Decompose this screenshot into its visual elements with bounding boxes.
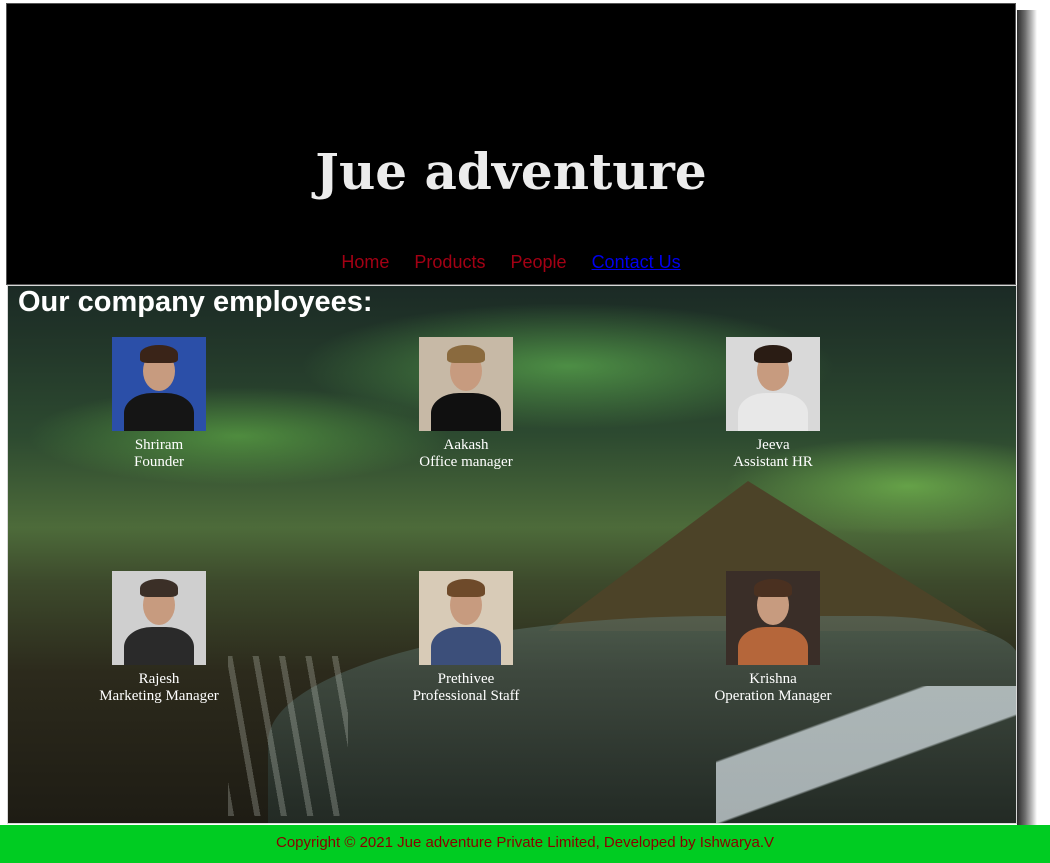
employee-photo: [726, 337, 820, 431]
employee-photo: [419, 337, 513, 431]
site-footer: Copyright © 2021 Jue adventure Private L…: [0, 825, 1050, 863]
employee-photo: [419, 571, 513, 665]
nav-people-link[interactable]: People: [510, 252, 566, 273]
employee-photo: [112, 337, 206, 431]
site-title: Jue adventure: [315, 142, 707, 201]
employee-card: Rajesh Marketing Manager: [59, 571, 259, 705]
main-nav: Home Products People Contact Us: [7, 252, 1015, 273]
employee-name: Shriram: [134, 437, 184, 453]
employee-card: Jeeva Assistant HR: [673, 337, 873, 471]
employee-name: Prethivee: [437, 671, 495, 687]
employees-section: Our company employees: Shriram Founder A…: [7, 285, 1017, 824]
site-header: Jue adventure Home Products People Conta…: [6, 3, 1016, 285]
employee-name: Aakash: [443, 437, 489, 453]
section-heading: Our company employees:: [18, 286, 373, 318]
employee-name: Krishna: [749, 671, 797, 687]
page-shadow: [1017, 10, 1037, 825]
nav-home-link[interactable]: Home: [341, 252, 389, 273]
employee-role: Assistant HR: [733, 454, 813, 470]
employee-card: Krishna Operation Manager: [673, 571, 873, 705]
page: Jue adventure Home Products People Conta…: [0, 0, 1050, 863]
nav-products-link[interactable]: Products: [414, 252, 485, 273]
employee-role: Office manager: [419, 454, 513, 470]
employee-role: Marketing Manager: [99, 688, 219, 704]
nav-contact-us-link[interactable]: Contact Us: [592, 252, 681, 273]
copyright-text: Copyright © 2021 Jue adventure Private L…: [276, 834, 774, 851]
employee-name: Rajesh: [138, 671, 180, 687]
employee-photo: [726, 571, 820, 665]
employee-name: Jeeva: [756, 437, 790, 453]
employee-role: Operation Manager: [714, 688, 832, 704]
employee-card: Aakash Office manager: [366, 337, 566, 471]
employee-photo: [112, 571, 206, 665]
employee-card: Shriram Founder: [59, 337, 259, 471]
employee-card: Prethivee Professional Staff: [366, 571, 566, 705]
employee-role: Founder: [134, 454, 184, 470]
background-snow: [716, 686, 1016, 823]
employee-role: Professional Staff: [412, 688, 520, 704]
